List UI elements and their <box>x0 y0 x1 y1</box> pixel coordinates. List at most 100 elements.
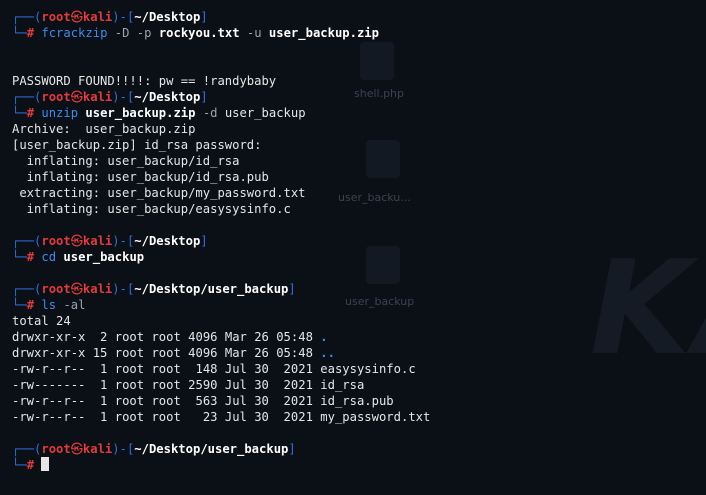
prompt-frame: └─ <box>12 298 27 312</box>
prompt-frame: └─ <box>12 250 27 264</box>
file-group: root <box>151 362 181 376</box>
file-date: Jul 30 2021 <box>224 362 313 376</box>
command-line: └─# ls -al <box>12 297 706 313</box>
command-name: fcrackzip <box>41 26 108 40</box>
ls-row: -rw-r--r-- 1 root root 23 Jul 30 2021 my… <box>12 409 706 425</box>
prompt-frame: └─ <box>12 458 27 472</box>
prompt-hash: # <box>26 106 35 120</box>
command-argument: -D <box>114 26 130 40</box>
prompt-frame: ┌──( <box>12 10 42 24</box>
prompt-host: kali <box>82 234 113 248</box>
output-text: inflating: user_backup/easysysinfo.c <box>12 202 291 216</box>
prompt-hash: # <box>26 26 35 40</box>
command-argument: user_backup.zip <box>85 106 196 120</box>
file-name: . <box>320 330 328 344</box>
command-argument: user_backup <box>224 106 306 120</box>
output-line: Archive: user_backup.zip <box>12 121 706 137</box>
output-text: inflating: user_backup/id_rsa <box>12 154 240 168</box>
output-line: inflating: user_backup/easysysinfo.c <box>12 201 706 217</box>
prompt-frame: ┌──( <box>12 442 42 456</box>
prompt-frame: ┌──( <box>12 234 42 248</box>
output-line: PASSWORD FOUND!!!!: pw == !randybaby <box>12 73 706 89</box>
file-permissions: -rw-r--r-- <box>12 394 86 408</box>
ls-total: total 24 <box>12 313 706 329</box>
command-name: unzip <box>41 106 79 120</box>
file-owner: root <box>114 394 145 408</box>
file-links: 2 <box>92 330 108 344</box>
prompt-separator-icon: ㉿ <box>70 90 83 104</box>
prompt-path: ~/Desktop <box>134 10 201 24</box>
output-line: [user_backup.zip] id_rsa password: <box>12 137 706 153</box>
ls-row: -rw------- 1 root root 2590 Jul 30 2021 … <box>12 377 706 393</box>
prompt-header: ┌──(root㉿kali)-[~/Desktop/user_backup] <box>12 281 706 297</box>
file-links: 1 <box>92 394 108 408</box>
prompt-frame: ┌──( <box>12 282 42 296</box>
prompt-user: root <box>41 90 71 104</box>
file-name: .. <box>320 346 335 360</box>
file-group: root <box>151 394 181 408</box>
file-links: 1 <box>92 378 108 392</box>
file-owner: root <box>114 330 145 344</box>
prompt-separator-icon: ㉿ <box>70 282 83 296</box>
prompt-path: ~/Desktop <box>134 234 201 248</box>
file-size: 148 <box>188 362 218 376</box>
file-owner: root <box>114 346 145 360</box>
file-permissions: drwxr-xr-x <box>12 330 86 344</box>
prompt-frame: ] <box>200 90 208 104</box>
prompt-path: ~/Desktop/user_backup <box>134 442 289 456</box>
file-group: root <box>151 410 181 424</box>
output-text: extracting: user_backup/my_password.txt <box>12 186 306 200</box>
file-date: Mar 26 05:48 <box>224 330 313 344</box>
prompt-separator-icon: ㉿ <box>70 10 83 24</box>
prompt-separator-icon: ㉿ <box>70 234 83 248</box>
file-group: root <box>151 330 181 344</box>
prompt-host: kali <box>82 282 113 296</box>
prompt-hash: # <box>26 298 35 312</box>
command-argument: -al <box>63 298 86 312</box>
file-name: id_rsa.pub <box>320 394 394 408</box>
file-owner: root <box>114 362 145 376</box>
prompt-frame: ] <box>288 442 296 456</box>
prompt-host: kali <box>82 442 113 456</box>
prompt-frame: )-[ <box>112 10 135 24</box>
prompt-header: ┌──(root㉿kali)-[~/Desktop] <box>12 233 706 249</box>
command-argument: -u <box>246 26 262 40</box>
prompt-user: root <box>41 10 71 24</box>
prompt-frame: ] <box>200 10 208 24</box>
file-links: 1 <box>92 362 108 376</box>
command-argument: rockyou.txt <box>158 26 240 40</box>
ls-row: -rw-r--r-- 1 root root 148 Jul 30 2021 e… <box>12 361 706 377</box>
file-name: id_rsa <box>320 378 365 392</box>
command-argument: user_backup <box>63 250 145 264</box>
command-name: cd <box>41 250 57 264</box>
file-name: my_password.txt <box>320 410 431 424</box>
terminal-output[interactable]: ┌──(root㉿kali)-[~/Desktop] └─# fcrackzip … <box>12 9 706 495</box>
file-permissions: -rw-r--r-- <box>12 362 86 376</box>
prompt-path: ~/Desktop <box>134 90 201 104</box>
output-text: inflating: user_backup/id_rsa.pub <box>12 170 269 184</box>
file-size: 4096 <box>188 330 218 344</box>
active-command-line[interactable]: └─# <box>12 457 706 473</box>
prompt-frame: )-[ <box>112 234 135 248</box>
prompt-header: ┌──(root㉿kali)-[~/Desktop/user_backup] <box>12 441 706 457</box>
file-size: 2590 <box>188 378 218 392</box>
prompt-user: root <box>41 442 71 456</box>
terminal-cursor[interactable] <box>41 457 50 471</box>
prompt-frame: ] <box>288 282 296 296</box>
file-date: Jul 30 2021 <box>224 410 313 424</box>
output-text: total 24 <box>12 314 71 328</box>
prompt-host: kali <box>82 90 113 104</box>
prompt-separator-icon: ㉿ <box>70 442 83 456</box>
ls-row: -rw-r--r-- 1 root root 563 Jul 30 2021 i… <box>12 393 706 409</box>
file-size: 4096 <box>188 346 218 360</box>
prompt-frame: )-[ <box>112 442 135 456</box>
prompt-frame: └─ <box>12 106 27 120</box>
file-date: Jul 30 2021 <box>224 394 313 408</box>
file-group: root <box>151 346 181 360</box>
prompt-frame: └─ <box>12 26 27 40</box>
file-permissions: -rw------- <box>12 378 86 392</box>
prompt-header: ┌──(root㉿kali)-[~/Desktop] <box>12 89 706 105</box>
